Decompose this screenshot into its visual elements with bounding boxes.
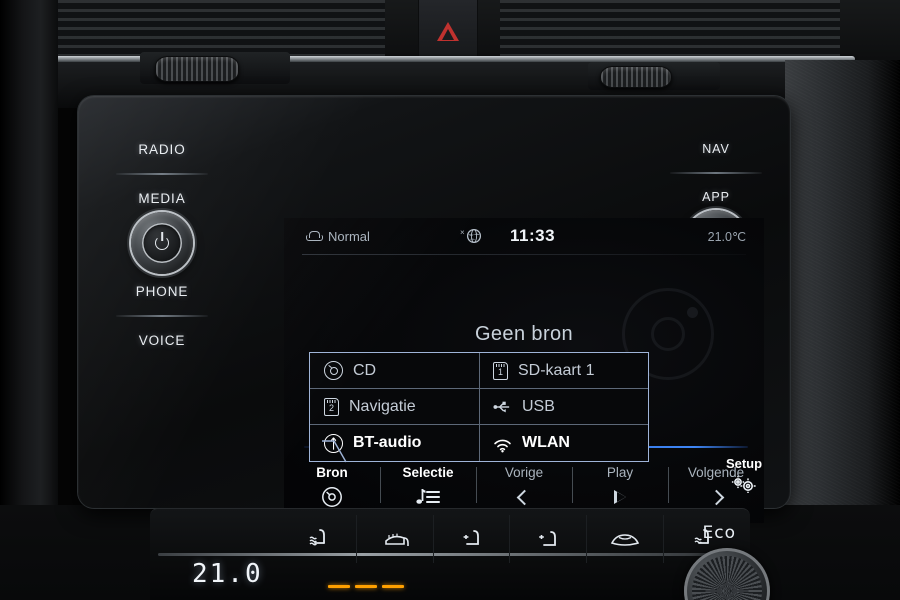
popup-row: 2 Navigatie USB — [310, 389, 648, 425]
right-air-vent[interactable] — [500, 0, 840, 58]
previous-chevron-icon — [516, 486, 532, 508]
head-unit-bezel: RADIO MEDIA PHONE VOICE NAV APP CAR MENU — [78, 96, 790, 523]
air-recirculation-icon — [539, 531, 557, 546]
next-chevron-icon — [708, 486, 724, 508]
front-defrost-icon — [611, 534, 640, 546]
status-bar-divider — [302, 254, 746, 255]
hardkey-app[interactable]: APP — [702, 190, 730, 204]
drive-mode-indicator[interactable]: Normal — [306, 229, 370, 244]
toolbar-label: Play — [606, 465, 634, 480]
source-selection-popup[interactable]: CD 1 SD-kaart 1 2 Navigatie USB ᛏ BT-aud… — [309, 352, 649, 462]
hazard-warning-icon — [437, 21, 459, 41]
source-item-wlan[interactable]: WLAN — [479, 425, 648, 461]
hardkey-separator — [116, 315, 208, 317]
eco-button[interactable]: Eco — [703, 523, 737, 543]
clock: 11:33 — [510, 226, 556, 245]
popup-row: CD 1 SD-kaart 1 — [310, 353, 648, 389]
vent-adjust-wheel-right[interactable] — [600, 66, 672, 88]
usb-icon — [493, 397, 512, 416]
power-knob-face — [142, 223, 182, 263]
source-item-label: CD — [353, 361, 377, 379]
toolbar-label: Selectie — [402, 465, 454, 480]
toolbar-button-play[interactable]: Play — [572, 461, 668, 523]
drive-mode-label: Normal — [328, 228, 370, 244]
hardkey-separator — [116, 173, 208, 175]
left-air-vent[interactable] — [55, 0, 385, 58]
playlist-icon — [415, 486, 441, 508]
outside-temperature: 21.0℃ — [707, 229, 746, 244]
popup-callout-pointer — [320, 440, 360, 471]
hardkey-radio[interactable]: RADIO — [138, 142, 185, 157]
hardkey-phone[interactable]: PHONE — [136, 284, 189, 299]
power-volume-knob[interactable] — [129, 210, 195, 276]
windshield-defrost-icon — [463, 530, 479, 545]
source-item-label: Navigatie — [349, 397, 416, 415]
sd-card-2-icon: 2 — [324, 397, 339, 416]
popup-row: ᛏ BT-audio WLAN — [310, 425, 648, 461]
source-item-label: WLAN — [522, 434, 570, 451]
source-item-usb[interactable]: USB — [479, 389, 648, 424]
source-item-navigatie[interactable]: 2 Navigatie — [310, 389, 479, 424]
power-icon — [155, 236, 169, 250]
seat-heater-left-icon — [309, 529, 325, 546]
sd-card-1-icon: 1 — [493, 361, 508, 380]
seat-heater-level-indicator — [328, 585, 404, 588]
status-bar: Normal × 11:33 21.0℃ — [284, 218, 764, 254]
source-item-label: USB — [522, 397, 555, 415]
left-hardkey-column: RADIO MEDIA PHONE VOICE — [106, 120, 218, 480]
svg-text:×: × — [460, 228, 465, 237]
hardkey-separator — [670, 172, 762, 174]
play-triangle-icon — [614, 486, 626, 508]
toolbar-label: Volgende — [687, 465, 745, 480]
air-vent-panel — [0, 0, 900, 108]
toolbar-button-volgende[interactable]: Volgende — [668, 461, 764, 523]
source-item-label: BT-audio — [353, 434, 422, 451]
source-item-label: SD-kaart 1 — [518, 361, 595, 379]
climate-temperature-display: 21.0 — [192, 559, 263, 589]
hardkey-voice[interactable]: VOICE — [139, 333, 186, 348]
source-item-sd-card-1[interactable]: 1 SD-kaart 1 — [479, 353, 648, 388]
hazard-warning-button[interactable] — [418, 0, 478, 62]
dashboard-right-trim — [785, 60, 900, 560]
toolbar-button-selectie[interactable]: Selectie — [380, 461, 476, 523]
car-icon — [306, 231, 323, 241]
hardkey-nav[interactable]: NAV — [702, 142, 729, 156]
rear-window-defrost-icon — [384, 533, 409, 546]
infotainment-screen[interactable]: Normal × 11:33 21.0℃ Geen bron CD 1 SD-k… — [284, 218, 764, 523]
wifi-icon — [493, 434, 512, 453]
cd-icon — [324, 361, 343, 380]
toolbar-button-vorige[interactable]: Vorige — [476, 461, 572, 523]
toolbar-label: Vorige — [504, 465, 544, 480]
source-item-cd[interactable]: CD — [310, 353, 479, 388]
page-title: Geen bron — [474, 323, 574, 345]
hardkey-media[interactable]: MEDIA — [138, 191, 185, 206]
source-disc-icon — [321, 486, 343, 508]
vent-adjust-wheel-left[interactable] — [155, 56, 239, 82]
car-dashboard-scene: RADIO MEDIA PHONE VOICE NAV APP CAR MENU — [0, 0, 900, 600]
globe-no-connection-icon: × — [460, 227, 484, 245]
